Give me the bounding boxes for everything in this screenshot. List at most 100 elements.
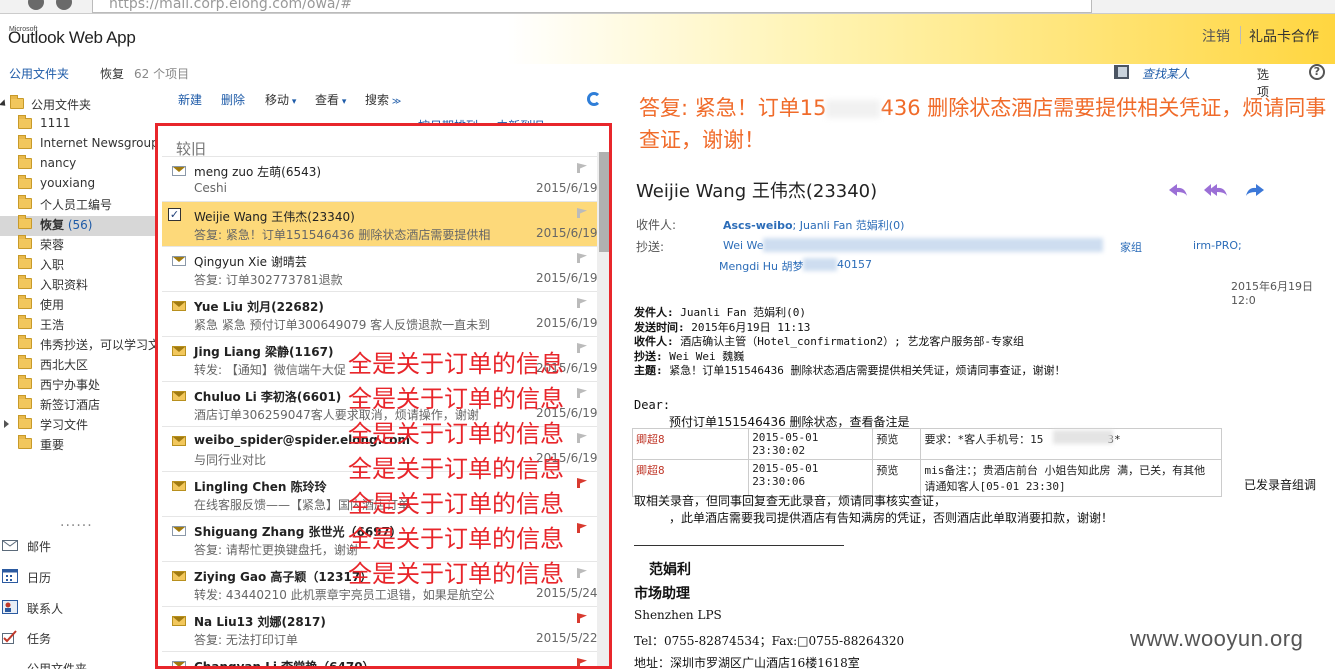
folder-item[interactable]: 恢复 (56) bbox=[0, 215, 160, 236]
cc-recipient-4-id: 40157 bbox=[837, 258, 872, 271]
folder-item[interactable]: 使用 bbox=[0, 295, 160, 316]
delete-button[interactable]: 删除 bbox=[221, 91, 245, 108]
folder-icon bbox=[18, 295, 32, 309]
app-logo: Outlook Web App bbox=[8, 28, 136, 47]
double-chevron-icon: ≫ bbox=[389, 97, 402, 107]
folder-label: 荣蓉 bbox=[40, 238, 65, 252]
flag-icon[interactable] bbox=[577, 523, 587, 533]
reply-icon[interactable] bbox=[1167, 183, 1189, 197]
giftcard-link[interactable]: 礼品卡合作 bbox=[1249, 26, 1319, 46]
flag-icon[interactable] bbox=[577, 478, 587, 488]
address-book-icon[interactable] bbox=[1114, 65, 1129, 79]
message-date: 2015/6/19 bbox=[536, 181, 598, 195]
unread-envelope-icon bbox=[172, 481, 186, 491]
unread-envelope-icon bbox=[172, 346, 186, 356]
folder-item[interactable]: 个人员工编号 bbox=[0, 195, 160, 216]
nav-calendar-label: 日历 bbox=[27, 571, 52, 585]
checkbox-checked-icon[interactable]: ✓ bbox=[168, 208, 181, 221]
flag-icon[interactable] bbox=[577, 343, 587, 353]
operator-cell: 卿超8 bbox=[631, 459, 750, 497]
folder-item[interactable]: 新签订酒店 bbox=[0, 395, 160, 416]
help-icon[interactable]: ? bbox=[1309, 64, 1325, 80]
message-row[interactable]: Na Liu13 刘娜(2817) 答复: 无法打印订单 2015/5/22 bbox=[162, 606, 598, 651]
redaction-blur bbox=[826, 100, 881, 118]
body-after-table: 已发录音组调 bbox=[1244, 478, 1317, 492]
flag-icon[interactable] bbox=[577, 208, 587, 218]
view-menu[interactable]: 查看 ▾ bbox=[315, 91, 346, 108]
message-row[interactable]: ✓ Weijie Wang 王伟杰(23340) 答复: 紧急！订单15154643… bbox=[162, 201, 598, 246]
move-menu[interactable]: 移动 ▾ bbox=[265, 91, 296, 108]
cc-recipient-1[interactable]: Wei We bbox=[723, 239, 764, 252]
folder-item[interactable]: 入职 bbox=[0, 255, 160, 276]
folder-item[interactable]: 西宁办事处 bbox=[0, 375, 160, 396]
cc-recipient-3[interactable]: irm-PRO; bbox=[1193, 239, 1242, 252]
forward-icon[interactable] bbox=[1244, 183, 1266, 197]
reading-pane: 答复: 紧急！订单15 436 删除状态酒店需要提供相关凭证，烦请同事查证，谢谢！… bbox=[625, 88, 1335, 669]
folder-item[interactable]: 重要 bbox=[0, 435, 160, 456]
folder-item[interactable]: 学习文件 bbox=[0, 415, 160, 436]
nav-mail[interactable]: 邮件 bbox=[0, 536, 150, 562]
flag-icon[interactable] bbox=[577, 568, 587, 578]
folder-item[interactable]: 西北大区 bbox=[0, 355, 160, 376]
message-row[interactable]: meng zuo 左萌(6543) Ceshi 2015/6/19 bbox=[162, 156, 598, 201]
orig-header-line: 主题: 紧急！订单151546436 删除状态酒店需要提供相关凭证，烦请同事查证… bbox=[634, 364, 1066, 377]
flag-icon[interactable] bbox=[577, 658, 587, 666]
nav-contacts[interactable]: 联系人 bbox=[0, 598, 150, 624]
folder-icon bbox=[18, 275, 32, 289]
nav-public-folders[interactable]: 公用文件夹 bbox=[0, 658, 150, 669]
flag-icon[interactable] bbox=[577, 433, 587, 443]
folder-tree: 公用文件夹 1111 Internet Newsgroups nancy youxian… bbox=[0, 95, 165, 456]
url-field[interactable]: https://mail.corp.elong.com/owa/# bbox=[92, 0, 1092, 13]
refresh-icon[interactable] bbox=[587, 92, 601, 106]
folder-item[interactable]: Internet Newsgroups bbox=[0, 135, 165, 156]
cc-recipient-4[interactable]: Mengdi Hu 胡梦 bbox=[719, 258, 804, 274]
list-scrollbar[interactable] bbox=[597, 152, 609, 666]
folder-item[interactable]: 入职资料 bbox=[0, 275, 160, 296]
folder-item[interactable]: 伟秀抄送，可以学习文 bbox=[0, 335, 160, 356]
find-someone-input[interactable]: 查找某人 bbox=[1142, 65, 1190, 82]
message-row[interactable]: Yue Liu 刘月(22682) 紧急 紧急 预付订单300649079 客人反… bbox=[162, 291, 598, 336]
message-row[interactable]: Changyan Li 李常艳（6470） bbox=[162, 651, 597, 666]
folder-item[interactable]: nancy bbox=[0, 155, 160, 176]
folder-item[interactable]: youxiang bbox=[0, 175, 160, 196]
annotation-text: 全是关于订单的信息 bbox=[348, 455, 564, 483]
collapse-icon[interactable] bbox=[4, 420, 9, 428]
header-divider bbox=[1240, 26, 1241, 44]
nav-tasks[interactable]: 任务 bbox=[0, 628, 150, 654]
nav-splitter[interactable]: ...... bbox=[60, 514, 93, 530]
signature-phone: Tel：0755-82874534；Fax:□0755-88264320 bbox=[634, 634, 905, 648]
redaction-blur bbox=[763, 238, 1103, 252]
folder-label: 王浩 bbox=[40, 318, 65, 332]
flag-icon[interactable] bbox=[577, 388, 587, 398]
signout-link[interactable]: 注销 bbox=[1202, 26, 1230, 46]
search-menu[interactable]: 搜索 ≫ bbox=[365, 91, 401, 108]
message-date: 2015/6/19 bbox=[536, 271, 598, 285]
cc-label: 抄送: bbox=[636, 240, 665, 254]
folder-item[interactable]: 1111 bbox=[0, 115, 160, 136]
to-recipients[interactable]: Ascs-weibo; Juanli Fan 范娟利(0) bbox=[723, 217, 904, 233]
flag-icon[interactable] bbox=[577, 613, 587, 623]
flag-icon[interactable] bbox=[577, 253, 587, 263]
folder-item[interactable]: 公用文件夹 bbox=[0, 95, 160, 116]
back-icon[interactable] bbox=[28, 0, 44, 10]
reply-all-icon[interactable] bbox=[1203, 183, 1229, 197]
forward-icon[interactable] bbox=[56, 0, 72, 10]
message-row[interactable]: Qingyun Xie 谢晴芸 答复: 订单302773781退款 2015/6/1… bbox=[162, 246, 598, 291]
nav-calendar[interactable]: 日历 bbox=[0, 567, 150, 593]
action-cell: 预览 bbox=[872, 428, 922, 460]
folder-item[interactable]: 荣蓉 bbox=[0, 235, 160, 256]
contacts-icon bbox=[2, 600, 18, 614]
scrollbar-thumb[interactable] bbox=[599, 152, 609, 252]
browser-address-bar: https://mail.corp.elong.com/owa/# bbox=[0, 0, 1335, 14]
breadcrumb-root[interactable]: 公用文件夹 bbox=[9, 65, 69, 82]
flag-icon[interactable] bbox=[577, 298, 587, 308]
new-button[interactable]: 新建 bbox=[178, 91, 202, 108]
folder-item[interactable]: 王浩 bbox=[0, 315, 160, 336]
watermark: www.wooyun.org bbox=[1130, 626, 1304, 651]
flag-icon[interactable] bbox=[577, 163, 587, 173]
breadcrumb-current: 恢复 bbox=[100, 67, 125, 81]
message-from: Ziying Gao 高子颖（12317） bbox=[194, 570, 373, 584]
time-cell: 2015-05-01 23:30:02 bbox=[748, 428, 874, 460]
cc-recipient-2[interactable]: 家组 bbox=[1120, 239, 1142, 255]
expand-icon[interactable] bbox=[0, 99, 9, 109]
